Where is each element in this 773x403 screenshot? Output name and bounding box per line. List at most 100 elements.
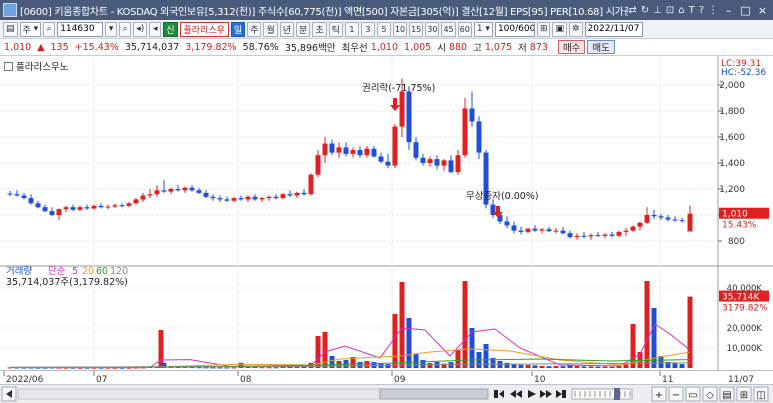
volume-bar xyxy=(455,350,461,368)
tab-tick[interactable]: 틱 xyxy=(328,21,343,37)
candle-body xyxy=(518,230,524,232)
titlebar-icons: ⇄ ↻ ⊥ ⊡ ⌂ T ? ⋮ – □ × xyxy=(628,4,769,17)
search-icon[interactable]: ⌕ xyxy=(43,21,56,37)
high-label: 고 xyxy=(473,43,482,54)
candle-body xyxy=(315,155,321,175)
volume-bar xyxy=(427,363,433,368)
link-icon[interactable]: ⇄ xyxy=(628,5,636,16)
volume-bar xyxy=(266,367,272,369)
candle-body xyxy=(28,198,34,204)
code-dropdown-icon[interactable]: ▾ xyxy=(105,21,118,37)
zoom-slider[interactable] xyxy=(571,388,633,400)
help-icon[interactable]: ? xyxy=(699,5,704,16)
tab-second[interactable]: 초 xyxy=(312,21,327,37)
candle-body xyxy=(504,221,510,226)
price-axis-label: 800 xyxy=(728,237,745,247)
maximize-button[interactable]: □ xyxy=(739,4,752,17)
volume-ma-20: 20 xyxy=(82,266,94,277)
buy-button[interactable]: 매수 xyxy=(557,40,586,54)
stock-code-input[interactable] xyxy=(57,21,104,37)
volume-pct-label: 3179.82% xyxy=(722,304,768,314)
volume-bar xyxy=(210,367,216,369)
fast-forward-icon[interactable] xyxy=(540,390,552,398)
volume-bar xyxy=(658,356,664,368)
chart-scrollbar[interactable]: + − ▭ ◇ ▤ ⊞ ◫ xyxy=(0,384,773,403)
open-price: 880 xyxy=(448,41,468,53)
interval-10[interactable]: 10 xyxy=(392,21,408,37)
best-bid: 1,005 xyxy=(404,41,432,53)
prev-stock-icon[interactable]: ◂ xyxy=(149,21,162,37)
layout-icon[interactable]: ⊡ xyxy=(666,5,674,16)
chart-settings-icon[interactable]: ⊞ xyxy=(536,21,551,37)
zoom-slider-handle[interactable] xyxy=(614,388,620,400)
lock-icon[interactable]: ⌂ xyxy=(678,5,684,16)
ma5-line xyxy=(9,323,691,368)
interval-30[interactable]: 30 xyxy=(425,21,440,37)
font-icon[interactable]: T xyxy=(689,5,695,16)
candle-body xyxy=(462,108,468,156)
gear-icon[interactable]: ✲ xyxy=(569,21,583,37)
candle-body xyxy=(350,150,356,154)
volume-bar xyxy=(602,366,608,368)
candle-body xyxy=(343,147,349,154)
price-axis-label: 1,600 xyxy=(719,133,745,143)
candle-body xyxy=(140,195,146,200)
date-input[interactable] xyxy=(584,21,643,37)
save-icon[interactable]: ▣ xyxy=(552,21,567,37)
last-page-icon[interactable] xyxy=(556,390,566,398)
chart-checkbox[interactable] xyxy=(4,61,13,71)
count-select[interactable]: 1 ▾ xyxy=(473,21,493,37)
volume-bar xyxy=(679,364,685,368)
more-icon[interactable]: ⋮ xyxy=(708,5,718,16)
tab-day[interactable]: 일 xyxy=(230,21,246,37)
chart-menu-icon[interactable]: ▤ xyxy=(3,21,18,37)
volume-bar xyxy=(392,314,398,368)
candle-body xyxy=(378,156,384,162)
interval-3[interactable]: 3 xyxy=(360,21,375,37)
tab-week[interactable]: 주 xyxy=(247,21,262,37)
stock-search-icon[interactable]: ⌕ xyxy=(119,21,132,37)
interval-15[interactable]: 15 xyxy=(409,21,424,37)
chart-area[interactable]: 2,0001,8001,6001,4001,2001,000800LC:39.3… xyxy=(0,56,773,370)
rewind-icon[interactable] xyxy=(510,390,522,398)
candle-body xyxy=(182,187,188,191)
minimize-button[interactable]: – xyxy=(722,4,735,17)
sell-button[interactable]: 매도 xyxy=(587,40,615,54)
candle-body xyxy=(434,159,440,166)
candle-body xyxy=(539,229,545,231)
scroll-thumb[interactable] xyxy=(379,388,489,400)
scroll-controls[interactable]: + − ▭ ◇ ▤ ⊞ ◫ xyxy=(0,385,773,403)
interval-5[interactable]: 5 xyxy=(376,21,391,37)
volume-bar xyxy=(357,362,363,368)
volume-bar xyxy=(595,366,601,368)
candle-body xyxy=(119,205,125,207)
count-input[interactable] xyxy=(494,21,535,37)
first-page-icon[interactable] xyxy=(494,390,504,398)
interval-1[interactable]: 1 xyxy=(344,21,359,37)
low-label: 저 xyxy=(518,43,527,54)
trade-amount: 35,896백만 xyxy=(284,43,336,54)
period-select[interactable]: 주 ▾ xyxy=(19,21,42,37)
interval-45[interactable]: 45 xyxy=(441,21,456,37)
candle-body xyxy=(413,142,419,158)
pin-icon[interactable]: ⊥ xyxy=(653,5,662,16)
candle-body xyxy=(252,196,258,200)
interval-60[interactable]: 60 xyxy=(457,21,472,37)
volume-bar xyxy=(553,366,559,368)
play-icon[interactable] xyxy=(528,390,536,398)
volume-ma-60: 60 xyxy=(96,266,108,277)
candle-body xyxy=(567,233,573,238)
volume-bar xyxy=(609,366,615,368)
volume-bar xyxy=(196,367,202,369)
sync-icon[interactable]: ↻ xyxy=(641,5,649,16)
tab-month[interactable]: 월 xyxy=(263,21,278,37)
candle-body xyxy=(238,198,244,200)
tab-minute[interactable]: 분 xyxy=(296,21,311,37)
volume-bar xyxy=(525,365,531,368)
sound-icon[interactable]: ◂) xyxy=(133,21,148,37)
volume-summary: 35,714,037주(3,179.82%) xyxy=(6,277,128,288)
tab-year[interactable]: 년 xyxy=(279,21,295,37)
close-button[interactable]: × xyxy=(756,4,769,17)
price-volume-chart[interactable]: 2,0001,8001,6001,4001,2001,000800LC:39.3… xyxy=(0,56,773,370)
candle-body xyxy=(70,207,76,210)
